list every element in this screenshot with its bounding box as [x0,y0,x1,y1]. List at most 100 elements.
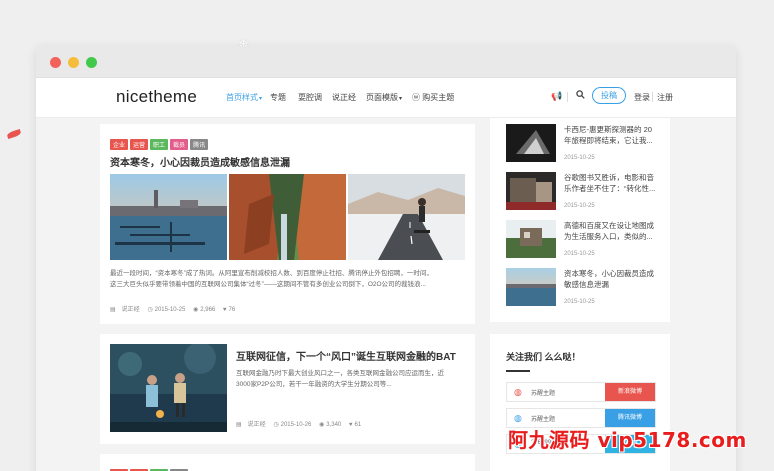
sidebar-post-item[interactable]: 资本寒冬，小心因裁员造成 敏感信息泄漏 2015-10-25 [506,268,656,310]
nav-item-label: 首页样式 [226,93,258,102]
post-tags: 企业运营职工腾讯 [110,464,190,471]
post-author[interactable]: 说正经 [248,422,266,428]
tag-label[interactable]: 企业 [110,139,129,150]
eye-icon: ◉ [192,307,199,313]
site-logo[interactable]: nicetheme [116,87,197,107]
title-line: 为生活服务入口，类似的... [564,232,653,241]
post-views: 2,966 [200,307,216,313]
post-image-venice[interactable] [110,174,227,260]
nav-item-topics[interactable]: 专题 [270,92,286,103]
title-line: 高德和百度又在设让地图成 [564,221,654,230]
tencent-weibo-icon: ◍ [514,413,522,423]
nav-item-home-styles[interactable]: 首页样式▾ [226,92,262,103]
nav-item-page-templates[interactable]: 页面模版▾ [366,92,402,103]
sidebar-post-title[interactable]: 资本寒冬，小心因裁员造成 敏感信息泄漏 [564,268,664,290]
follow-row-weibo[interactable]: ◍ 苏醒主题 新浪微博 [506,382,656,402]
nav-item-label: 购买主题 [422,93,455,102]
sidebar-post-date: 2015-10-25 [564,203,595,209]
sidebar-post-title[interactable]: 卡西尼-惠更斯探测器的 20 年旅程即将结束，它让我... [564,124,664,146]
sidebar-post-item[interactable]: 谷歌图书又胜诉，电影和音 乐作者坐不住了：“转化性... 2015-10-25 [506,172,656,214]
window-titlebar [36,46,736,78]
nav-item-serious[interactable]: 说正经 [332,92,356,103]
post-author[interactable]: 说正经 [122,307,140,313]
clock-icon: ◷ [147,307,153,313]
title-line: 谷歌图书又胜诉，电影和音 [564,173,654,182]
post-likes[interactable]: 76 [228,307,235,313]
follow-account-name: 苏醒主题 [531,417,556,423]
tag-label[interactable]: 运营 [130,139,149,150]
sidebar-post-item[interactable]: 卡西尼-惠更斯探测器的 20 年旅程即将结束，它让我... 2015-10-25 [506,124,656,166]
search-icon[interactable] [576,90,585,101]
eye-icon: ◉ [318,422,325,428]
nav-item-buy-theme[interactable]: ⓦ 购买主题 [412,92,454,103]
chevron-down-icon: ▾ [399,96,403,102]
post-image-canyon[interactable] [229,174,346,260]
excerpt-line: 最近一段时间，“资本寒冬”成了热词。从阿里宣布削减校招人数、到百度停止社招、腾讯… [110,270,433,277]
post-excerpt: 最近一段时间，“资本寒冬”成了热词。从阿里宣布削减校招人数、到百度停止社招、腾讯… [110,268,465,290]
sidebar-thumbnail[interactable] [506,220,556,258]
announcement-icon[interactable]: 📢 [551,91,562,102]
post-card[interactable]: 互联网征信，下一个“风口”诞生互联网金融的BAT 互联网金融乃时下最大创业风口之… [100,334,475,444]
sidebar-thumbnail[interactable] [506,172,556,210]
follow-account-name: 苏醒主题 [531,391,556,397]
post-likes[interactable]: 61 [354,422,361,428]
excerpt-line: 3000家P2P公司，若干一年融资的大学生分期公司等... [236,381,392,388]
weibo-icon: ◍ [514,387,522,397]
excerpt-line: 互联网金融乃时下最大创业风口之一，各类互联网金融公司应运而生，近 [236,370,444,377]
post-image-skater[interactable] [348,174,465,260]
excerpt-line: 这三大巨头似乎要带领着中国的互联网公司集体“过冬”——这期间不管有多创业公司倒下… [110,281,426,288]
post-tags: 企业 运营 职工 裁员 腾讯 [110,134,210,152]
post-meta: ▤ 说正经 ◷ 2015-10-25 ◉ 2,966 ♥ 76 [110,304,235,313]
title-line: 卡西尼-惠更斯探测器的 20 [564,125,652,134]
watermark-text: 阿九源码 vip5178.com [508,428,747,452]
sidebar-thumbnail[interactable] [506,124,556,162]
sidebar-post-date: 2015-10-25 [564,155,595,161]
maximize-window-button[interactable] [86,57,97,68]
tag-label[interactable]: 腾讯 [190,139,209,150]
post-views: 3,340 [326,422,342,428]
post-title[interactable]: 互联网征信，下一个“风口”诞生互联网金融的BAT [236,348,456,363]
heart-icon: ♥ [222,307,227,313]
post-card[interactable]: 企业 运营 职工 裁员 腾讯 资本寒冬，小心因裁员造成敏感信息泄漏 最近一段时间… [100,124,475,324]
post-meta: ▤ 说正经 ◷ 2015-10-26 ◉ 3,340 ♥ 61 [236,419,361,428]
browser-window: nicetheme 首页样式▾ 专题 耍腔调 说正经 页面模版▾ ⓦ 购买主题 … [36,46,736,471]
wordpress-icon: ⓦ [412,93,420,102]
title-line: 资本寒冬，小心因裁员造成 [564,269,654,278]
submit-post-button[interactable]: 投稿 [592,87,626,104]
divider [567,92,568,102]
nav-item-tone[interactable]: 耍腔调 [298,92,322,103]
nav-item-label: 页面模版 [366,93,398,102]
sidebar-post-item[interactable]: 高德和百度又在设让地图成 为生活服务入口，类似的... 2015-10-25 [506,220,656,262]
sidebar-post-date: 2015-10-25 [564,251,595,257]
site-header: nicetheme 首页样式▾ 专题 耍腔调 说正经 页面模版▾ ⓦ 购买主题 … [36,78,736,118]
sidebar-post-title[interactable]: 高德和百度又在设让地图成 为生活服务入口，类似的... [564,220,664,242]
register-link[interactable]: 注册 [657,92,673,103]
author-icon: ▤ [110,307,116,313]
title-line: 乐作者坐不住了：“转化性... [564,184,656,193]
sidebar-post-date: 2015-10-25 [564,299,595,305]
author-icon: ▤ [236,422,242,428]
post-date: 2015-10-25 [154,307,186,313]
clock-icon: ◷ [273,422,279,428]
post-title[interactable]: 资本寒冬，小心因裁员造成敏感信息泄漏 [110,154,290,169]
post-image-children[interactable] [110,344,227,432]
follow-us-title: 关注我们 么么哒！ [506,352,581,362]
sidebar-post-title[interactable]: 谷歌图书又胜诉，电影和音 乐作者坐不住了：“转化性... [564,172,664,194]
tag-label[interactable]: 裁员 [170,139,189,150]
minimize-window-button[interactable] [68,57,79,68]
sidebar-thumbnail[interactable] [506,268,556,306]
title-line: 敏感信息泄漏 [564,280,609,289]
post-date: 2015-10-26 [280,422,312,428]
chevron-down-icon: ▾ [259,96,263,102]
post-card[interactable]: 企业运营职工腾讯 [100,454,475,471]
close-window-button[interactable] [50,57,61,68]
tag-label[interactable]: 职工 [150,139,169,150]
divider [652,92,653,102]
sidebar-recent-posts: 卡西尼-惠更斯探测器的 20 年旅程即将结束，它让我... 2015-10-25… [490,118,670,322]
login-link[interactable]: 登录 [634,92,650,103]
follow-weibo-button[interactable]: 新浪微博 [605,383,655,401]
falling-petal [6,128,22,140]
title-underline [506,370,530,372]
post-excerpt: 互联网金融乃时下最大创业风口之一，各类互联网金融公司应运而生，近 3000家P2… [236,368,466,390]
heart-icon: ♥ [348,422,353,428]
